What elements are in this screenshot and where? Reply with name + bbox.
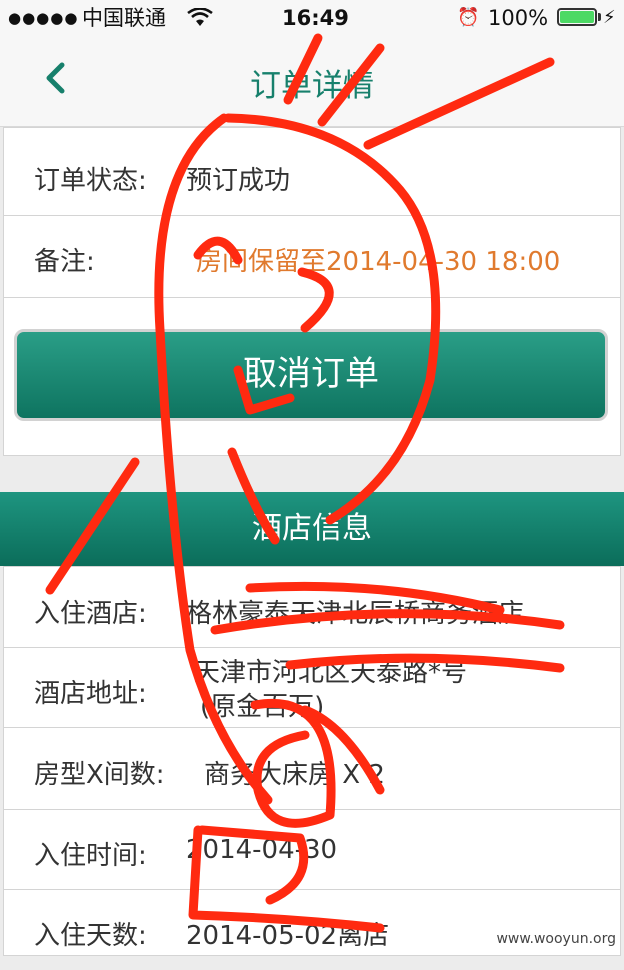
watermark: www.wooyun.org (492, 930, 620, 948)
checkin-date-value: 2014-04-30 (186, 835, 338, 865)
signal-strength-icon: ●●●●● (8, 9, 79, 27)
hotel-info-panel: 入住酒店: 格林豪泰天津北辰桥商务酒店 酒店地址: 天津市河北区天泰路*号 (原… (3, 566, 621, 956)
hotel-name-value: 格林豪泰天津北辰桥商务酒店 (186, 599, 525, 629)
hotel-name-row: 入住酒店: 格林豪泰天津北辰桥商务酒店 (4, 567, 620, 648)
battery-tip (598, 13, 601, 21)
hotel-info-header: 酒店信息 (0, 492, 624, 566)
cancel-order-button[interactable]: 取消订单 (14, 329, 608, 421)
room-type-value: 商务大床房 X 2 (204, 760, 385, 790)
room-type-label: 房型X间数: (34, 760, 165, 790)
hotel-address-row: 酒店地址: 天津市河北区天泰路*号 (原金百万) (4, 648, 620, 728)
order-status-label: 订单状态: (34, 166, 147, 196)
page-title: 订单详情 (250, 68, 374, 104)
hotel-name-label: 入住酒店: (34, 599, 147, 629)
stay-days-value: 2014-05-02离店 (186, 921, 390, 951)
remark-label: 备注: (34, 247, 95, 277)
remark-value: 房间保留至2014-04-30 18:00 (196, 247, 561, 277)
order-status-row: 订单状态: 预订成功 (4, 128, 620, 216)
checkin-date-row: 入住时间: 2014-04-30 (4, 810, 620, 890)
stay-days-label: 入住天数: (34, 921, 147, 951)
checkin-date-label: 入住时间: (34, 841, 147, 871)
clock-time: 16:49 (282, 6, 349, 30)
battery-percent: 100% (488, 6, 549, 30)
charging-icon: ⚡ (603, 7, 616, 28)
wifi-icon (187, 0, 213, 36)
hotel-address-line1: 天津市河北区天泰路*号 (194, 658, 468, 688)
status-bar: ●●●●● 中国联通 16:49 ⏰ 100% ⚡ (0, 0, 624, 36)
order-status-value: 预订成功 (186, 166, 291, 196)
carrier-name: 中国联通 (82, 6, 166, 30)
alarm-icon: ⏰ (457, 7, 480, 28)
remark-row: 备注: 房间保留至2014-04-30 18:00 (4, 216, 620, 298)
navigation-bar: 订单详情 (0, 36, 624, 127)
hotel-address-line2: (原金百万) (200, 692, 325, 722)
battery-icon (557, 8, 597, 26)
hotel-address-label: 酒店地址: (34, 679, 147, 709)
room-type-row: 房型X间数: 商务大床房 X 2 (4, 728, 620, 810)
